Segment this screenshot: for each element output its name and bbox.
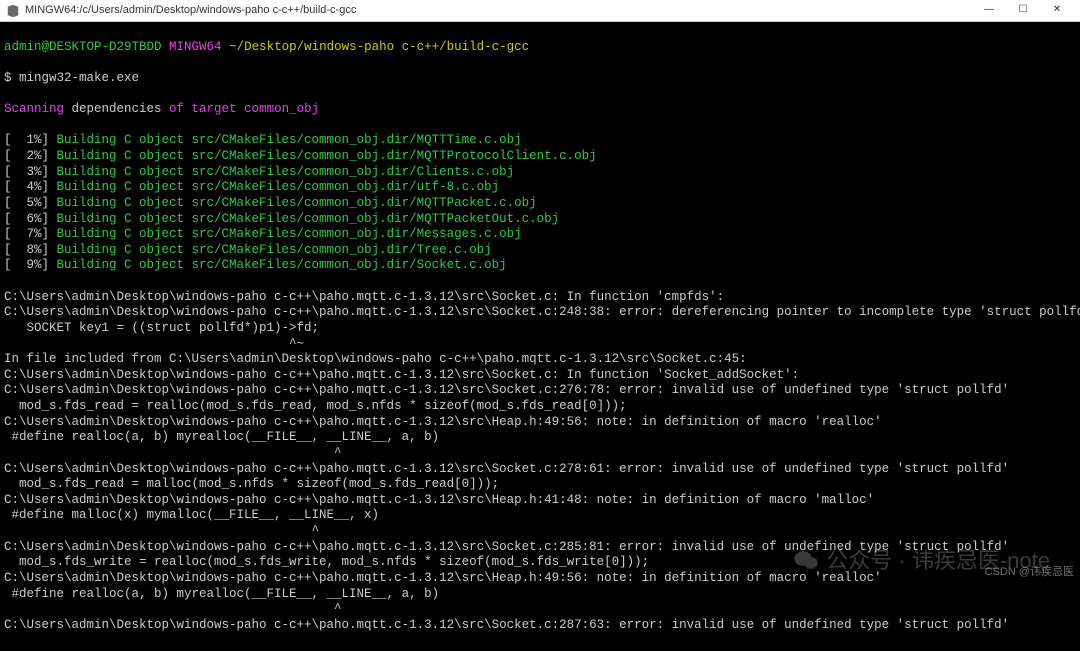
compiler-line: ^ bbox=[4, 602, 1076, 618]
build-percent: [ 8%] bbox=[4, 243, 57, 257]
compiler-line: SOCKET key1 = ((struct pollfd*)p1)->fd; bbox=[4, 321, 1076, 337]
compiler-line: ^ bbox=[4, 446, 1076, 462]
build-line: [ 3%] Building C object src/CMakeFiles/c… bbox=[4, 165, 1076, 181]
build-message: Building C object src/CMakeFiles/common_… bbox=[57, 258, 507, 272]
close-button[interactable]: ✕ bbox=[1040, 0, 1074, 22]
maximize-button[interactable]: ☐ bbox=[1006, 0, 1040, 22]
build-message: Building C object src/CMakeFiles/common_… bbox=[57, 212, 560, 226]
title-bar: MINGW64:/c/Users/admin/Desktop/windows-p… bbox=[0, 0, 1080, 22]
build-line: [ 8%] Building C object src/CMakeFiles/c… bbox=[4, 243, 1076, 259]
build-message: Building C object src/CMakeFiles/common_… bbox=[57, 180, 500, 194]
scan-b: dependencies bbox=[64, 102, 169, 116]
compiler-line: mod_s.fds_read = malloc(mod_s.nfds * siz… bbox=[4, 477, 1076, 493]
build-line: [ 4%] Building C object src/CMakeFiles/c… bbox=[4, 180, 1076, 196]
prompt-env: MINGW64 bbox=[169, 40, 222, 54]
scan-a: Scanning bbox=[4, 102, 64, 116]
compiler-line: C:\Users\admin\Desktop\windows-paho c-c+… bbox=[4, 618, 1076, 634]
compiler-line: C:\Users\admin\Desktop\windows-paho c-c+… bbox=[4, 462, 1076, 478]
compiler-line: ^~ bbox=[4, 337, 1076, 353]
scan-c: of target common_obj bbox=[169, 102, 319, 116]
terminal-output[interactable]: admin@DESKTOP-D29TBDD MINGW64 ~/Desktop/… bbox=[0, 22, 1080, 651]
build-percent: [ 7%] bbox=[4, 227, 57, 241]
compiler-line: C:\Users\admin\Desktop\windows-paho c-c+… bbox=[4, 368, 1076, 384]
build-line: [ 1%] Building C object src/CMakeFiles/c… bbox=[4, 133, 1076, 149]
build-line: [ 9%] Building C object src/CMakeFiles/c… bbox=[4, 258, 1076, 274]
compiler-line: mod_s.fds_read = realloc(mod_s.fds_read,… bbox=[4, 399, 1076, 415]
compiler-line: C:\Users\admin\Desktop\windows-paho c-c+… bbox=[4, 493, 1076, 509]
compiler-line: C:\Users\admin\Desktop\windows-paho c-c+… bbox=[4, 383, 1076, 399]
prompt-user-host: admin@DESKTOP-D29TBDD bbox=[4, 40, 162, 54]
prompt-line: admin@DESKTOP-D29TBDD MINGW64 ~/Desktop/… bbox=[4, 40, 1076, 56]
error-lines: C:\Users\admin\Desktop\windows-paho c-c+… bbox=[4, 290, 1076, 634]
window-title: MINGW64:/c/Users/admin/Desktop/windows-p… bbox=[25, 4, 972, 18]
build-percent: [ 3%] bbox=[4, 165, 57, 179]
build-percent: [ 1%] bbox=[4, 133, 57, 147]
mingw-icon bbox=[6, 4, 20, 18]
build-lines: [ 1%] Building C object src/CMakeFiles/c… bbox=[4, 133, 1076, 274]
scan-line: Scanning dependencies of target common_o… bbox=[4, 102, 1076, 118]
compiler-line: #define malloc(x) mymalloc(__FILE__, __L… bbox=[4, 508, 1076, 524]
build-line: [ 6%] Building C object src/CMakeFiles/c… bbox=[4, 212, 1076, 228]
build-line: [ 5%] Building C object src/CMakeFiles/c… bbox=[4, 196, 1076, 212]
build-percent: [ 9%] bbox=[4, 258, 57, 272]
build-message: Building C object src/CMakeFiles/common_… bbox=[57, 227, 522, 241]
compiler-line: C:\Users\admin\Desktop\windows-paho c-c+… bbox=[4, 305, 1076, 321]
compiler-line: #define realloc(a, b) myrealloc(__FILE__… bbox=[4, 587, 1076, 603]
build-percent: [ 4%] bbox=[4, 180, 57, 194]
compiler-line: ^ bbox=[4, 524, 1076, 540]
compiler-line: C:\Users\admin\Desktop\windows-paho c-c+… bbox=[4, 540, 1076, 556]
build-percent: [ 6%] bbox=[4, 212, 57, 226]
build-line: [ 2%] Building C object src/CMakeFiles/c… bbox=[4, 149, 1076, 165]
compiler-line: C:\Users\admin\Desktop\windows-paho c-c+… bbox=[4, 415, 1076, 431]
compiler-line: In file included from C:\Users\admin\Des… bbox=[4, 352, 1076, 368]
build-message: Building C object src/CMakeFiles/common_… bbox=[57, 196, 537, 210]
command-line: $ mingw32-make.exe bbox=[4, 71, 1076, 87]
window-controls: — ☐ ✕ bbox=[972, 0, 1074, 22]
build-message: Building C object src/CMakeFiles/common_… bbox=[57, 243, 492, 257]
prompt-path: ~/Desktop/windows-paho c-c++/build-c-gcc bbox=[222, 40, 530, 54]
entered-command: mingw32-make.exe bbox=[19, 71, 139, 85]
build-message: Building C object src/CMakeFiles/common_… bbox=[57, 165, 515, 179]
minimize-button[interactable]: — bbox=[972, 0, 1006, 22]
compiler-line: #define realloc(a, b) myrealloc(__FILE__… bbox=[4, 430, 1076, 446]
build-message: Building C object src/CMakeFiles/common_… bbox=[57, 149, 597, 163]
compiler-line: C:\Users\admin\Desktop\windows-paho c-c+… bbox=[4, 571, 1076, 587]
build-percent: [ 5%] bbox=[4, 196, 57, 210]
build-message: Building C object src/CMakeFiles/common_… bbox=[57, 133, 522, 147]
compiler-line: C:\Users\admin\Desktop\windows-paho c-c+… bbox=[4, 290, 1076, 306]
build-percent: [ 2%] bbox=[4, 149, 57, 163]
build-line: [ 7%] Building C object src/CMakeFiles/c… bbox=[4, 227, 1076, 243]
compiler-line: mod_s.fds_write = realloc(mod_s.fds_writ… bbox=[4, 555, 1076, 571]
